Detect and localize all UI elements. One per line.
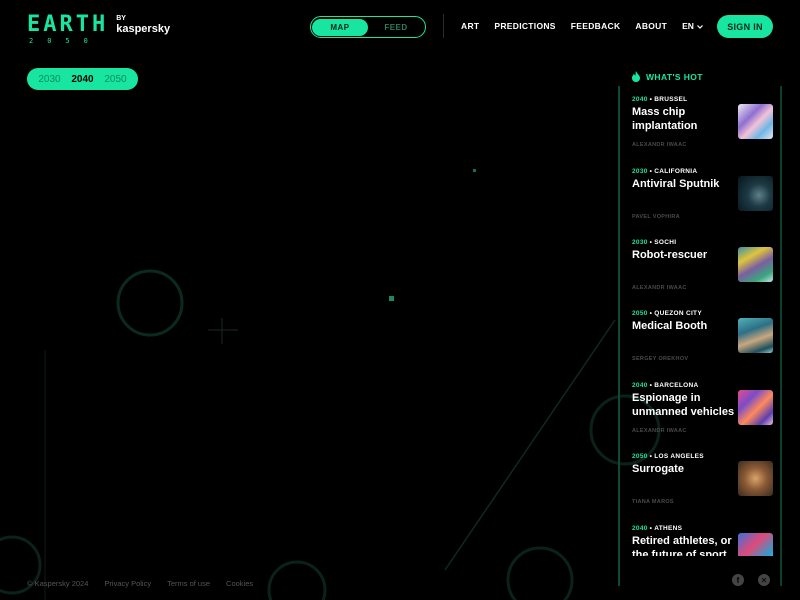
card-title[interactable]: Medical Booth	[632, 320, 738, 334]
footer-link-terms[interactable]: Terms of use	[167, 579, 210, 588]
hot-card[interactable]: 2030 • SOCHI Robot-rescuer ALEXANDR IWAAC	[632, 239, 777, 299]
card-thumbnail[interactable]	[738, 533, 773, 556]
card-thumbnail[interactable]	[738, 104, 773, 139]
card-author[interactable]: TIANA MAROS	[632, 499, 674, 505]
card-title[interactable]: Espionage in unmanned vehicles	[632, 392, 740, 419]
footer-copyright: © Kaspersky 2024	[27, 579, 89, 588]
card-meta: 2040 • ATHENS	[632, 525, 683, 532]
card-thumbnail[interactable]	[738, 390, 773, 425]
card-city: CALIFORNIA	[654, 168, 698, 175]
card-meta: 2040 • BARCELONA	[632, 382, 699, 389]
card-title[interactable]: Surrogate	[632, 463, 738, 477]
hot-card[interactable]: 2050 • LOS ANGELES Surrogate TIANA MAROS	[632, 453, 777, 513]
hot-card[interactable]: 2040 • ATHENS Retired athletes, or the fut…	[632, 525, 777, 556]
card-author[interactable]: PAVEL VOPHIRA	[632, 214, 680, 220]
footer-link-cookies[interactable]: Cookies	[226, 579, 253, 588]
card-meta: 2030 • SOCHI	[632, 239, 677, 246]
card-city: QUEZON CITY	[654, 310, 702, 317]
footer: © Kaspersky 2024 Privacy Policy Terms of…	[27, 579, 269, 588]
card-thumbnail[interactable]	[738, 318, 773, 353]
card-city: SOCHI	[654, 239, 677, 246]
card-author[interactable]: SERGEY OREKHOV	[632, 356, 688, 362]
card-year: 2050	[632, 310, 648, 317]
card-title[interactable]: Mass chip implantation	[632, 106, 738, 133]
card-city: LOS ANGELES	[654, 453, 704, 460]
card-city: BRUSSEL	[654, 96, 688, 103]
card-city: BARCELONA	[654, 382, 699, 389]
card-thumbnail[interactable]	[738, 176, 773, 211]
facebook-icon[interactable]: f	[732, 574, 744, 586]
card-title[interactable]: Retired athletes, or the future of sport	[632, 535, 738, 556]
card-title[interactable]: Robot-rescuer	[632, 249, 738, 263]
card-year: 2050	[632, 453, 648, 460]
card-year: 2030	[632, 168, 648, 175]
hot-card[interactable]: 2030 • CALIFORNIA Antiviral Sputnik PAVEL …	[632, 168, 777, 228]
hot-card[interactable]: 2050 • QUEZON CITY Medical Booth SERGEY OR…	[632, 310, 777, 370]
x-icon[interactable]: ✕	[758, 574, 770, 586]
card-title[interactable]: Antiviral Sputnik	[632, 178, 738, 192]
card-year: 2030	[632, 239, 648, 246]
card-meta: 2050 • QUEZON CITY	[632, 310, 702, 317]
card-year: 2040	[632, 525, 648, 532]
card-meta: 2050 • LOS ANGELES	[632, 453, 704, 460]
hot-card[interactable]: 2040 • BARCELONA Espionage in unmanned veh…	[632, 382, 777, 442]
card-thumbnail[interactable]	[738, 247, 773, 282]
card-meta: 2040 • BRUSSEL	[632, 96, 688, 103]
footer-link-privacy[interactable]: Privacy Policy	[104, 579, 151, 588]
hot-card[interactable]: 2040 • BRUSSEL Mass chip implantation ALEX…	[632, 96, 777, 156]
card-author[interactable]: ALEXANDR IWAAC	[632, 428, 687, 434]
card-meta: 2030 • CALIFORNIA	[632, 168, 698, 175]
card-author[interactable]: ALEXANDR IWAAC	[632, 142, 687, 148]
card-thumbnail[interactable]	[738, 461, 773, 496]
card-year: 2040	[632, 96, 648, 103]
card-year: 2040	[632, 382, 648, 389]
card-author[interactable]: ALEXANDR IWAAC	[632, 285, 687, 291]
whats-hot-panel: 2040 • BRUSSEL Mass chip implantation ALEX…	[0, 0, 800, 556]
card-city: ATHENS	[654, 525, 683, 532]
